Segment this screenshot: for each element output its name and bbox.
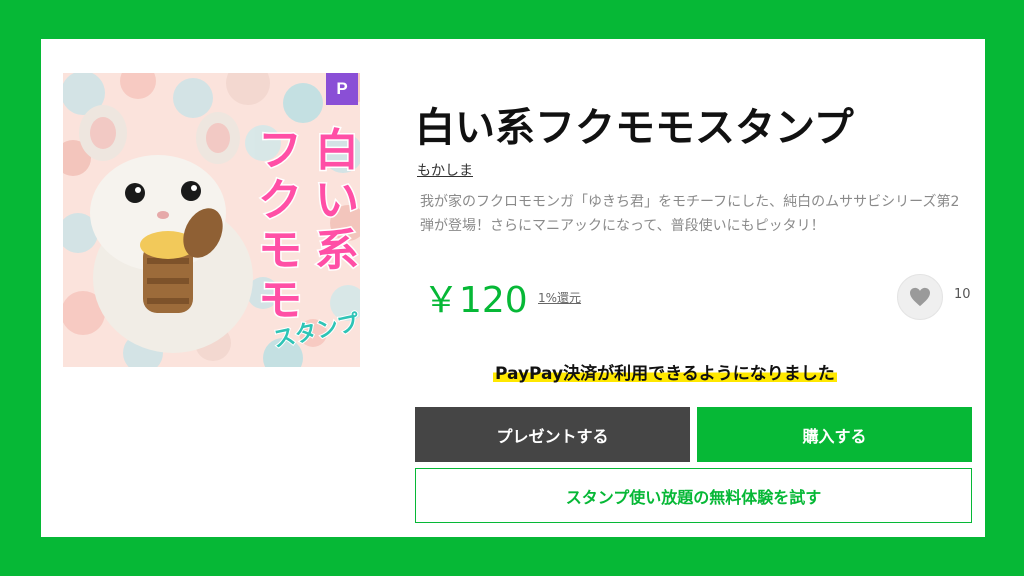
thumb-text-kei: 系 (315, 225, 359, 276)
thumb-text-i: い (315, 175, 359, 226)
thumb-text-mo2: モ (258, 275, 302, 326)
sticker-thumbnail[interactable]: 白 い 系 フ ク モ モ スタンプ (63, 73, 360, 367)
sticker-illustration: 白 い 系 フ ク モ モ スタンプ (63, 73, 360, 367)
paypay-notice: PayPay決済が利用できるようになりました (493, 359, 837, 384)
thumb-text-shiro: 白 (315, 125, 359, 176)
product-description: 我が家のフクロモモンガ「ゆきち君」をモチーフにした、純白のムササビシリーズ第2弾… (420, 194, 960, 234)
price: ￥120 (423, 280, 528, 321)
thumb-text-ku: ク (258, 175, 302, 226)
premium-badge: P (326, 73, 358, 105)
favorite-button[interactable] (897, 274, 943, 320)
favorite-count: 10 (954, 287, 971, 302)
product-card: 白 い 系 フ ク モ モ スタンプ P 白い系フクモモスタンプ もかしま 我が… (41, 39, 985, 537)
heart-icon (910, 287, 930, 307)
thumb-text-mo1: モ (258, 225, 302, 276)
author-link[interactable]: もかしま (417, 160, 473, 180)
present-button[interactable]: プレゼントする (415, 407, 690, 462)
thumb-text-fu: フ (258, 125, 302, 176)
product-title: 白い系フクモモスタンプ (415, 105, 854, 151)
buy-button[interactable]: 購入する (697, 407, 972, 462)
points-link[interactable]: 1%還元 (538, 289, 581, 306)
free-trial-button[interactable]: スタンプ使い放題の無料体験を試す (415, 468, 972, 523)
